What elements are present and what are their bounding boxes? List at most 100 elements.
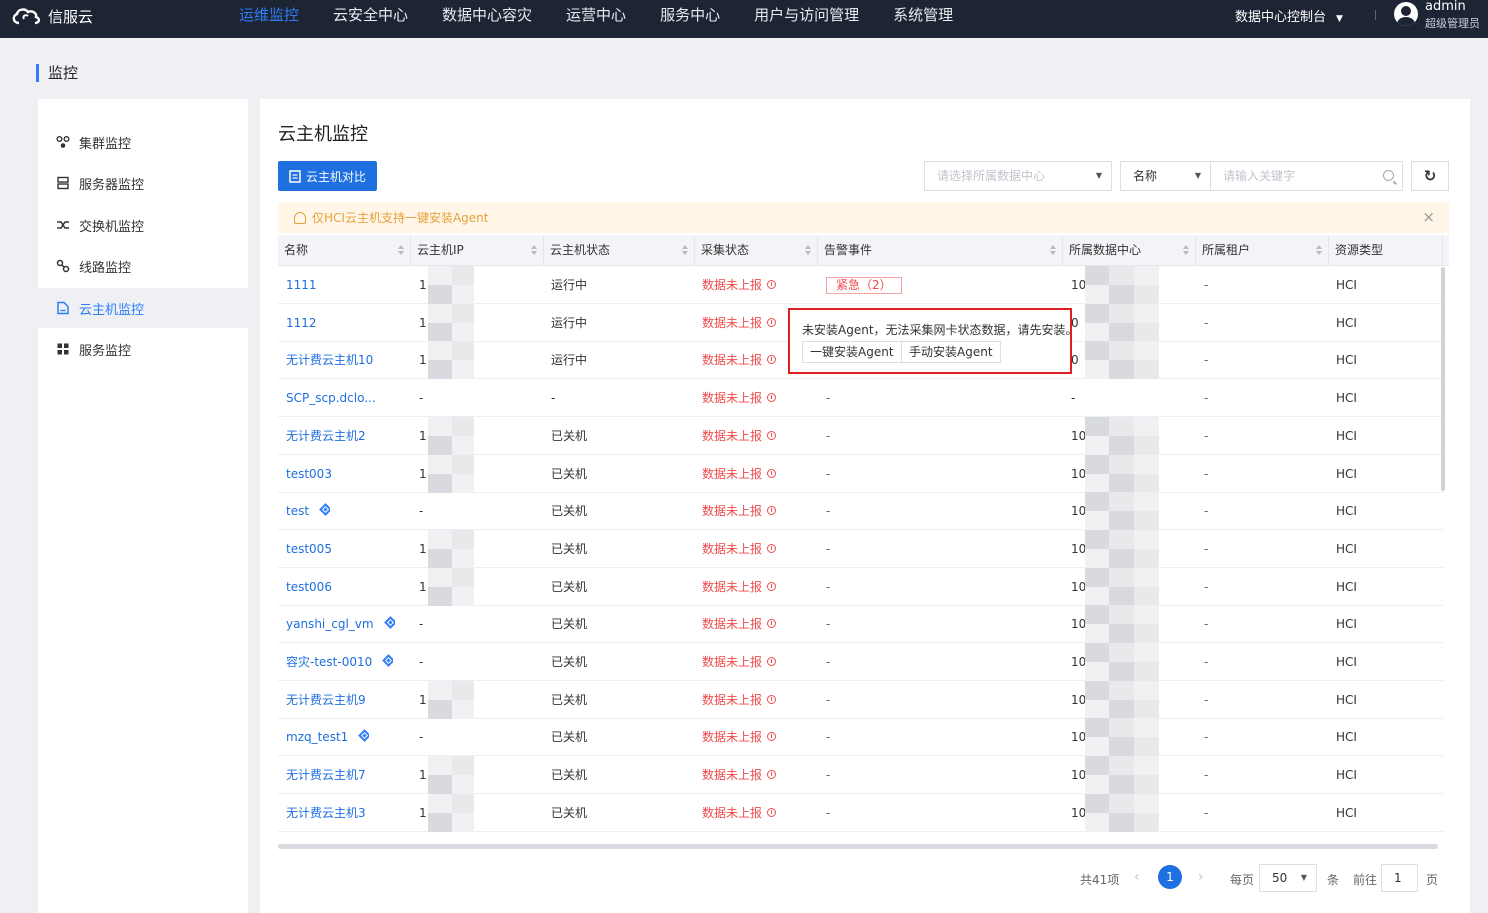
sort-icon[interactable] [1050,245,1056,255]
info-icon[interactable] [767,317,777,327]
sidebar-item-2[interactable]: 交换机监控 [38,205,248,245]
sidebar-item-1[interactable]: 服务器监控 [38,163,248,203]
info-icon[interactable] [767,468,777,478]
datacenter-select[interactable]: 请选择所属数据中心 ▼ [924,161,1112,191]
sort-icon[interactable] [805,245,811,255]
info-icon[interactable] [767,770,777,780]
prev-page-button[interactable]: ‹ [1134,869,1140,885]
sidebar-item-5[interactable]: 服务监控 [38,329,248,369]
table-row[interactable]: test006 1 已关机 数据未上报 - 10 - HCI [278,567,1443,606]
collect-status[interactable]: 数据未上报 [702,266,777,304]
sort-icon[interactable] [531,245,537,255]
page-1-button[interactable]: 1 [1158,865,1182,889]
table-row[interactable]: yanshi_cgl_vm - 已关机 数据未上报 - 10 - HCI [278,605,1443,644]
collect-status[interactable]: 数据未上报 [702,681,777,719]
sort-icon[interactable] [1183,245,1189,255]
page-size-select[interactable]: 50 ▼ [1259,864,1317,892]
table-row[interactable]: mzq_test1 - 已关机 数据未上报 - 10 - HCI [278,718,1443,757]
vm-name-link[interactable]: 无计费云主机10 [286,341,373,379]
vm-name-link[interactable]: test005 [286,530,332,568]
vm-name-link[interactable]: test003 [286,455,332,493]
table-row[interactable]: test - 已关机 数据未上报 - 10 - HCI [278,492,1443,531]
nav-item-0[interactable]: 运维监控 [222,0,316,38]
nav-item-4[interactable]: 服务中心 [643,0,737,38]
username[interactable]: admin [1425,0,1466,14]
vm-name-link[interactable]: 无计费云主机2 [286,417,366,455]
nav-item-3[interactable]: 运营中心 [549,0,643,38]
sort-icon[interactable] [398,245,404,255]
search-input[interactable]: 请输入关键字 [1210,161,1403,191]
collect-status[interactable]: 数据未上报 [702,718,777,756]
sort-icon[interactable] [682,245,688,255]
one-click-install-button[interactable]: 一键安装Agent [802,341,902,363]
info-icon[interactable] [767,581,777,591]
column-header[interactable]: 资源类型 [1329,235,1443,266]
column-header[interactable]: 名称 [278,235,411,266]
column-header[interactable]: 云主机IP [411,235,544,266]
console-dropdown[interactable]: 数据中心控制台 ▼ [1235,6,1343,25]
close-icon[interactable]: × [1422,208,1435,226]
vm-name-link[interactable]: yanshi_cgl_vm [286,605,395,643]
table-row[interactable]: 1111 1 运行中 数据未上报 紧急（2） 10- HCI [278,266,1443,304]
collect-status[interactable]: 数据未上报 [702,455,777,493]
refresh-button[interactable]: ↻ [1411,161,1449,191]
column-header[interactable]: 云主机状态 [544,235,695,266]
sidebar-item-4[interactable]: 云主机监控 [38,288,248,328]
sidebar-item-3[interactable]: 线路监控 [38,246,248,286]
collect-status[interactable]: 数据未上报 [702,492,777,530]
collect-status[interactable]: 数据未上报 [702,756,777,794]
info-icon[interactable] [767,506,777,516]
nav-item-1[interactable]: 云安全中心 [316,0,425,38]
collect-status[interactable]: 数据未上报 [702,530,777,568]
vm-name-link[interactable]: SCP_scp.dclo... [286,379,376,417]
table-row[interactable]: 无计费云主机3 1 已关机 数据未上报 - 10 - HCI [278,793,1443,832]
nav-item-5[interactable]: 用户与访问管理 [737,0,876,38]
column-header[interactable]: 告警事件 [818,235,1063,266]
info-icon[interactable] [767,619,777,629]
collect-status[interactable]: 数据未上报 [702,643,777,681]
table-row[interactable]: 容灾-test-0010 - 已关机 数据未上报 - 10 - HCI [278,643,1443,681]
alert-badge[interactable]: 紧急（2） [826,277,902,294]
info-icon[interactable] [767,694,777,704]
vm-name-link[interactable]: 容灾-test-0010 [286,643,394,681]
vm-name-link[interactable]: 无计费云主机9 [286,681,366,719]
vm-name-link[interactable]: 无计费云主机7 [286,756,366,794]
nav-item-6[interactable]: 系统管理 [876,0,970,38]
info-icon[interactable] [767,807,777,817]
column-header[interactable]: 采集状态 [695,235,818,266]
vm-name-link[interactable]: 无计费云主机3 [286,794,366,832]
collect-status[interactable]: 数据未上报 [702,417,777,455]
collect-status[interactable]: 数据未上报 [702,304,777,342]
collect-status[interactable]: 数据未上报 [702,605,777,643]
vm-name-link[interactable]: test006 [286,568,332,606]
alert-events[interactable]: 紧急（2） [826,266,902,304]
info-icon[interactable] [767,393,777,403]
column-header[interactable]: 所属租户 [1196,235,1329,266]
vertical-scrollbar[interactable] [1441,267,1445,491]
vm-name-link[interactable]: test [286,492,331,530]
search-icon[interactable] [1383,170,1394,181]
table-row[interactable]: 无计费云主机2 1 已关机 数据未上报 - 10 - HCI [278,416,1443,455]
horizontal-scrollbar[interactable] [278,844,1438,849]
column-header[interactable]: 所属数据中心 [1063,235,1196,266]
info-icon[interactable] [767,280,777,289]
sidebar-item-0[interactable]: 集群监控 [38,122,248,162]
table-row[interactable]: 无计费云主机9 1 已关机 数据未上报 - 10 - HCI [278,680,1443,719]
table-row[interactable]: test005 1 已关机 数据未上报 - 10 - HCI [278,529,1443,568]
table-row[interactable]: SCP_scp.dclo... - - 数据未上报 - - - HCI [278,379,1443,418]
next-page-button[interactable]: › [1198,869,1204,885]
vm-name-link[interactable]: 1111 [286,266,317,304]
collect-status[interactable]: 数据未上报 [702,568,777,606]
brand[interactable]: 信服云 [10,4,93,28]
search-field-select[interactable]: 名称 ▼ [1120,161,1210,191]
info-icon[interactable] [767,657,777,666]
vm-compare-button[interactable]: 云主机对比 [278,161,377,191]
vm-name-link[interactable]: 1112 [286,304,317,342]
vm-name-link[interactable]: mzq_test1 [286,718,370,756]
avatar[interactable] [1394,2,1418,26]
info-icon[interactable] [767,355,777,365]
nav-item-2[interactable]: 数据中心容灾 [425,0,549,38]
info-icon[interactable] [767,543,777,553]
info-icon[interactable] [767,430,777,440]
sort-icon[interactable] [1316,245,1322,255]
